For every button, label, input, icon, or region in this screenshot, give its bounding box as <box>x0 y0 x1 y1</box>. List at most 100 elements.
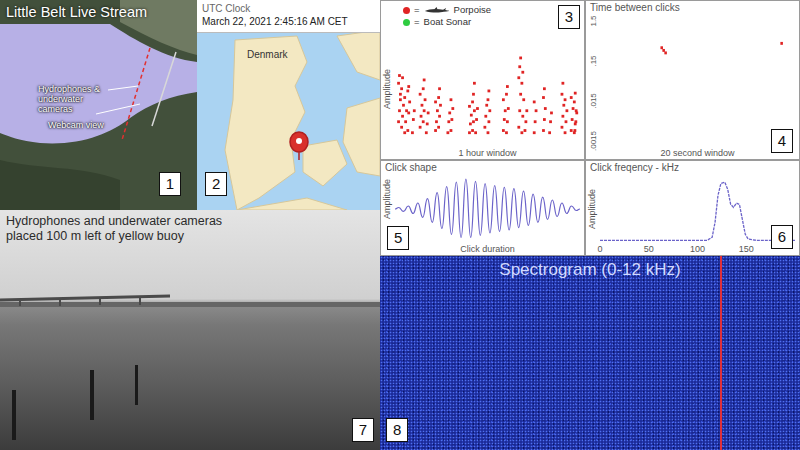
legend-dot <box>403 19 410 26</box>
x-tick: 150 <box>739 243 754 255</box>
click-dot <box>450 129 453 132</box>
click-dot <box>519 93 522 96</box>
spectrum-line <box>600 182 795 240</box>
interval-dot <box>664 51 667 54</box>
click-dot <box>502 98 505 101</box>
click-dot <box>404 120 407 123</box>
click-dot <box>451 118 454 121</box>
legend-symbol: = <box>414 4 420 16</box>
click-dot <box>472 120 475 123</box>
country-label: Denmark <box>247 49 380 61</box>
click-dot <box>434 129 437 132</box>
click-dot <box>397 82 400 85</box>
waveform-line <box>395 179 580 237</box>
chart-body: Amplitude1 hour window <box>381 30 584 159</box>
plots-grid: = Porpoise=Boat Sonar Amplitude1 hour wind… <box>380 0 800 256</box>
click-dot <box>451 107 454 110</box>
panel-number: 2 <box>205 172 227 196</box>
webcam-image <box>0 210 380 450</box>
click-dot <box>423 79 426 82</box>
click-dot <box>423 109 426 112</box>
click-dot <box>517 126 520 129</box>
click-dot <box>419 126 422 129</box>
click-dot <box>566 109 569 112</box>
panel-number: 3 <box>558 5 580 29</box>
plot-area <box>600 175 795 243</box>
chart-title: Click freqency - kHz <box>586 161 799 175</box>
x-tick: 50 <box>644 243 654 255</box>
click-dot <box>421 104 424 107</box>
legend-item: =Boat Sonar <box>403 16 580 28</box>
click-dot <box>570 129 573 132</box>
click-dot <box>403 131 406 134</box>
click-dot <box>468 105 471 108</box>
legend-label: Porpoise <box>454 4 492 16</box>
click-dot <box>400 87 403 90</box>
y-axis-label: Amplitude <box>381 179 395 219</box>
y-axis-label-box: Amplitude <box>586 175 600 243</box>
utc-clock: UTC ClockMarch 22, 2021 2:45:16 AM CET <box>197 0 380 33</box>
click-dot <box>533 131 536 134</box>
panel-number: 4 <box>771 129 793 153</box>
y-axis-label: Amplitude <box>586 189 600 229</box>
caption-line: placed 100 m left of yellow buoy <box>6 229 374 244</box>
click-dot <box>487 131 490 134</box>
interval-dot <box>780 42 783 45</box>
chart-title: Time between clicks <box>586 1 799 15</box>
panel-number: 5 <box>387 226 409 250</box>
click-dot <box>535 109 538 112</box>
click-dot <box>468 131 471 134</box>
x-tick: 0 <box>597 243 602 255</box>
click-dot <box>575 112 578 115</box>
click-dot <box>520 82 523 85</box>
click-dot <box>447 120 450 123</box>
y-tick: 1.5 <box>589 15 598 26</box>
intervals-chart-panel: Time between clicks1.5.15.015.001520 sec… <box>585 0 800 160</box>
click-dot <box>483 126 486 129</box>
click-dot <box>399 98 402 101</box>
clock-time: March 22, 2021 2:45:16 AM CET <box>202 15 375 28</box>
click-dot <box>502 129 505 132</box>
click-dot <box>522 98 525 101</box>
click-dot <box>436 109 439 112</box>
click-dot <box>488 109 491 112</box>
chart-body: Amplitude 0 50 100 150 <box>586 175 799 255</box>
click-dot <box>572 107 575 110</box>
interval-dot <box>660 46 663 49</box>
click-dot <box>406 129 409 132</box>
click-dot <box>519 57 522 60</box>
interval-dot <box>662 49 665 52</box>
click-dot <box>570 96 573 99</box>
y-axis-ticks: 1.5.15.015.0015 <box>586 15 600 147</box>
click-dot <box>435 120 438 123</box>
plot-area <box>395 30 580 147</box>
chart-body: 1.5.15.015.001520 second window <box>586 15 799 159</box>
click-dot <box>521 115 524 118</box>
click-dot <box>562 82 565 85</box>
panel-number: 7 <box>352 418 374 442</box>
y-tick: .15 <box>589 55 598 66</box>
click-dot <box>505 93 508 96</box>
click-shape-panel: Click shapeAmplitudeClick duration5 <box>380 160 585 256</box>
click-frequency-panel: Click freqency - kHzAmplitude0501001506 <box>585 160 800 256</box>
click-dot <box>411 131 414 134</box>
click-dot <box>401 76 404 79</box>
click-dot <box>473 82 476 85</box>
click-dot <box>548 131 551 134</box>
click-dot <box>425 131 428 134</box>
click-dot <box>520 131 523 134</box>
webcam-view-label: Webcam view <box>48 120 120 130</box>
intervals-plot <box>600 15 795 147</box>
click-dot <box>571 118 574 121</box>
click-dot <box>488 120 491 123</box>
click-dot <box>488 90 491 93</box>
location-map-panel: UTC ClockMarch 22, 2021 2:45:16 AM CET De… <box>197 0 380 210</box>
x-tick: 100 <box>690 243 705 255</box>
panel-number: 8 <box>386 418 408 442</box>
click-dot <box>550 112 553 115</box>
click-dot <box>401 115 404 118</box>
click-dot <box>412 118 415 121</box>
click-dot <box>397 120 400 123</box>
click-dot <box>476 107 479 110</box>
webcam-caption: Hydrophones and underwater camerasplaced… <box>0 210 380 248</box>
